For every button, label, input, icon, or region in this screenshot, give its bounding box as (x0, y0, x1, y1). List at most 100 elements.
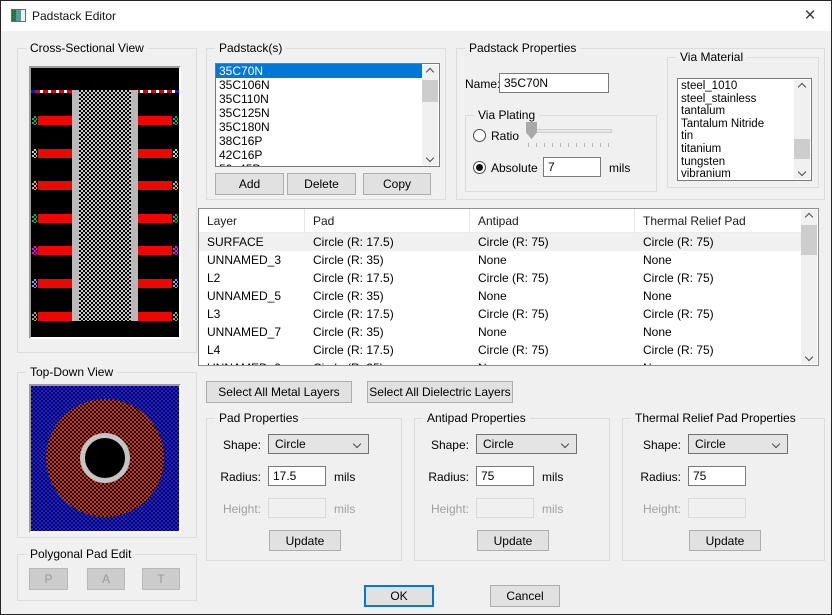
antipad-shape-dropdown[interactable]: Circle (476, 434, 577, 454)
table-row[interactable]: UNNAMED_3 Circle (R: 35) None None (199, 251, 801, 269)
table-row[interactable]: L4 Circle (R: 17.5) Circle (R: 75) Circle (… (199, 341, 801, 359)
absolute-value-field[interactable] (543, 157, 601, 177)
padstack-item[interactable]: 35C70N (216, 64, 422, 78)
column-header[interactable]: Pad (305, 209, 470, 233)
name-field[interactable] (499, 73, 609, 93)
close-icon[interactable]: × (797, 3, 823, 29)
scroll-up-icon[interactable] (794, 80, 810, 94)
scroll-down-icon[interactable] (422, 151, 438, 165)
via-wall-left (72, 90, 79, 321)
copy-button[interactable]: Copy (363, 173, 431, 195)
ratio-slider-thumb[interactable] (526, 122, 537, 139)
column-header[interactable]: Layer (199, 209, 305, 233)
via-material-item[interactable]: steel_stainless (678, 93, 794, 106)
scrollbar-thumb[interactable] (422, 80, 438, 102)
layer-bar (138, 214, 172, 223)
padstack-item[interactable]: 35C180N (216, 120, 422, 134)
name-label: Name: (465, 77, 501, 91)
delete-button[interactable]: Delete (287, 173, 356, 195)
layer-bar (38, 279, 72, 288)
padstack-item[interactable]: 38C16P (216, 134, 422, 148)
via-plating-group: Via Plating Ratio Absolute mils (465, 108, 657, 192)
padstack-item[interactable]: 35C125N (216, 106, 422, 120)
layer-bar (38, 149, 72, 158)
table-row[interactable]: L3 Circle (R: 17.5) Circle (R: 75) Circle (… (199, 305, 801, 323)
scrollbar-thumb[interactable] (801, 225, 817, 255)
padstack-list-scrollbar[interactable] (422, 65, 438, 165)
via-material-item[interactable]: titanium (678, 143, 794, 156)
table-row[interactable]: UNNAMED_7 Circle (R: 35) None None (199, 323, 801, 341)
cross-section-image (31, 68, 179, 337)
layer-tick (173, 149, 178, 158)
pad-update-button[interactable]: Update (269, 530, 341, 551)
add-button[interactable]: Add (215, 173, 284, 195)
radius-units-label: mils (334, 470, 356, 484)
table-row[interactable]: UNNAMED_9Circle (R: 35)NoneNone (199, 359, 801, 365)
layer-table-scrollbar[interactable] (801, 210, 817, 364)
scrollbar-thumb[interactable] (794, 139, 810, 160)
pad-shape-dropdown[interactable]: Circle (268, 434, 369, 454)
padstack-properties-label: Padstack Properties (465, 41, 581, 55)
via-material-item[interactable]: vibranium (678, 168, 794, 180)
thermal-shape-value: Circle (695, 437, 726, 451)
thermal-update-button[interactable]: Update (689, 530, 761, 551)
scroll-up-icon[interactable] (422, 65, 438, 79)
layer-bar (138, 246, 172, 255)
top-down-image (31, 386, 179, 531)
layer-table: Layer Pad Antipad Thermal Relief Pad SUR… (198, 208, 819, 366)
layer-tick (173, 214, 178, 223)
radius-label: Radius: (640, 470, 681, 484)
scroll-down-icon[interactable] (794, 165, 810, 179)
layer-table-body: SURFACE Circle (R: 17.5) Circle (R: 75) Cir… (199, 233, 801, 365)
absolute-label: Absolute (491, 161, 538, 175)
layer-bar (138, 312, 172, 321)
via-material-item[interactable]: tantalum (678, 105, 794, 118)
via-material-list: steel_1010 steel_stainless tantalum Tant… (677, 78, 812, 181)
polygonal-p-button: P (29, 568, 68, 590)
cancel-button[interactable]: Cancel (490, 585, 560, 607)
layer-bar (138, 116, 172, 125)
padstack-item[interactable]: 35C106N (216, 78, 422, 92)
via-material-item[interactable]: steel_1010 (678, 80, 794, 93)
layer-tick (32, 181, 37, 190)
via-material-scrollbar[interactable] (794, 80, 810, 179)
absolute-radio[interactable] (473, 161, 486, 174)
height-label: Height: (430, 502, 469, 516)
shape-label: Shape: (222, 438, 261, 452)
antipad-height-field (476, 498, 534, 518)
thermal-shape-dropdown[interactable]: Circle (688, 434, 788, 454)
table-row[interactable]: L2 Circle (R: 17.5) Circle (R: 75) Circle (… (199, 269, 801, 287)
titlebar: Padstack Editor × (1, 1, 831, 31)
ok-button[interactable]: OK (364, 585, 434, 607)
via-material-item[interactable]: tungsten (678, 156, 794, 169)
scroll-down-icon[interactable] (801, 350, 817, 364)
column-header[interactable]: Antipad (470, 209, 635, 233)
thermal-radius-field[interactable] (688, 466, 746, 486)
antipad-properties-group: Antipad Properties Shape: Circle Radius:… (414, 411, 610, 561)
scroll-up-icon[interactable] (801, 210, 817, 224)
table-row[interactable]: SURFACE Circle (R: 17.5) Circle (R: 75) Cir… (199, 233, 801, 251)
ratio-radio[interactable] (473, 129, 486, 142)
padstack-item[interactable]: 42C16P (216, 148, 422, 162)
pad-radius-field[interactable] (268, 466, 326, 486)
padstacks-group: Padstack(s) 35C70N 35C106N 35C110N 35C12… (206, 41, 446, 200)
surface-dash-right (135, 90, 175, 93)
via-material-item[interactable]: tin (678, 130, 794, 143)
layer-bar (38, 116, 72, 125)
via-barrel (79, 90, 131, 321)
antipad-update-button[interactable]: Update (477, 530, 549, 551)
antipad-radius-field[interactable] (476, 466, 534, 486)
padstack-item[interactable]: 35C110N (216, 92, 422, 106)
table-row[interactable]: UNNAMED_5 Circle (R: 35) None None (199, 287, 801, 305)
thermal-relief-properties-group: Thermal Relief Pad Properties Shape: Cir… (622, 411, 825, 561)
padstacks-label: Padstack(s) (215, 41, 287, 55)
layer-bar (38, 181, 72, 190)
ratio-slider-track[interactable] (532, 129, 612, 133)
select-all-dielectric-layers-button[interactable]: Select All Dielectric Layers (367, 381, 513, 403)
select-all-metal-layers-button[interactable]: Select All Metal Layers (206, 381, 352, 403)
padstack-item[interactable]: 50_45P (216, 162, 422, 166)
via-material-item[interactable]: Tantalum Nitride (678, 118, 794, 131)
layer-bar (38, 312, 72, 321)
padstack-editor-window: Padstack Editor × Cross-Sectional View T… (0, 0, 832, 615)
column-header[interactable]: Thermal Relief Pad (635, 209, 803, 233)
